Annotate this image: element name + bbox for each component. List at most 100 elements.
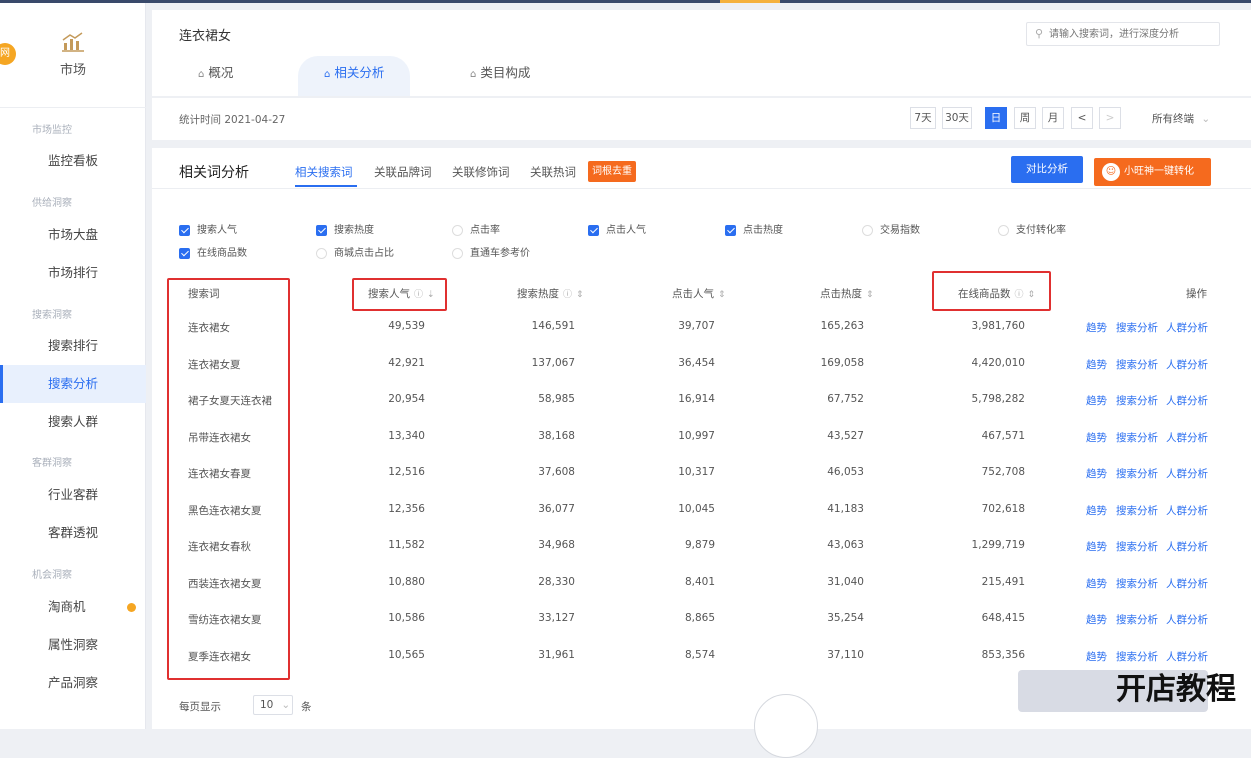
page-size-value: 10	[260, 699, 274, 711]
search-analysis-link[interactable]: 搜索分析	[1116, 320, 1158, 335]
crowd-analysis-link[interactable]: 人群分析	[1166, 320, 1208, 335]
metric-click-popularity[interactable]: 点击人气	[588, 224, 646, 238]
range-week-button[interactable]: 周	[1014, 107, 1036, 129]
metric-search-popularity[interactable]: 搜索人气	[179, 224, 237, 238]
cell-online-items: 467,571	[981, 429, 1025, 442]
sidebar-item-product-insight[interactable]: 产品洞察	[0, 664, 146, 702]
cell-online-items: 1,299,719	[971, 539, 1025, 551]
cell-search-heat: 38,168	[538, 429, 575, 442]
search-analysis-link[interactable]: 搜索分析	[1116, 503, 1158, 518]
cell-click-heat: 41,183	[827, 502, 864, 515]
cell-online-items: 648,415	[981, 612, 1025, 624]
trend-link[interactable]: 趋势	[1086, 320, 1107, 335]
search-analysis-link[interactable]: 搜索分析	[1116, 393, 1158, 408]
trend-link[interactable]: 趋势	[1086, 612, 1107, 627]
subtab-hot-words[interactable]: 关联热词	[530, 164, 576, 180]
sidebar-item-opportunity[interactable]: 淘商机	[0, 588, 146, 626]
trend-link[interactable]: 趋势	[1086, 430, 1107, 445]
column-header-click-popularity[interactable]: 点击人气 ⇕	[672, 286, 726, 301]
app-header[interactable]: 市场	[0, 31, 146, 78]
metric-ztc-price[interactable]: 直通车参考价	[452, 247, 530, 261]
search-analysis-link[interactable]: 搜索分析	[1116, 649, 1158, 664]
subtab-related-search[interactable]: 相关搜索词	[295, 164, 353, 180]
metric-label: 在线商品数	[197, 248, 247, 259]
search-analysis-link[interactable]: 搜索分析	[1116, 430, 1158, 445]
range-day-button[interactable]: 日	[985, 107, 1007, 129]
crowd-analysis-link[interactable]: 人群分析	[1166, 576, 1208, 591]
column-header-search-heat[interactable]: 搜索热度 ⓘ ⇕	[517, 286, 584, 301]
trend-link[interactable]: 趋势	[1086, 576, 1107, 591]
table-row: 吊带连衣裙女 13,340 38,168 10,997 43,527 467,571 趋势搜…	[152, 420, 1251, 456]
sidebar-item-market-overview[interactable]: 市场大盘	[0, 216, 146, 254]
trend-link[interactable]: 趋势	[1086, 503, 1107, 518]
cell-search-popularity: 42,921	[388, 356, 425, 369]
tab-overview[interactable]: ⌂ 概况	[198, 56, 233, 96]
table-row: 连衣裙女春夏 12,516 37,608 10,317 46,053 752,708 趋势搜…	[152, 456, 1251, 492]
crowd-analysis-link[interactable]: 人群分析	[1166, 393, 1208, 408]
search-analysis-link[interactable]: 搜索分析	[1116, 466, 1158, 481]
range-7d-button[interactable]: 7天	[910, 107, 936, 129]
metric-online-items[interactable]: 在线商品数	[179, 247, 247, 261]
search-box[interactable]: ⚲	[1026, 22, 1220, 46]
tab-category[interactable]: ⌂ 类目构成	[470, 56, 530, 96]
subtab-brand-words[interactable]: 关联品牌词	[374, 164, 432, 180]
prev-date-button[interactable]: <	[1071, 107, 1093, 129]
metric-click-rate[interactable]: 点击率	[452, 224, 500, 238]
metric-pay-conversion[interactable]: 支付转化率	[998, 224, 1066, 238]
search-analysis-link[interactable]: 搜索分析	[1116, 357, 1158, 372]
checkbox	[179, 248, 190, 259]
metric-click-heat[interactable]: 点击热度	[725, 224, 783, 238]
trend-link[interactable]: 趋势	[1086, 649, 1107, 664]
cell-online-items: 215,491	[981, 575, 1025, 588]
sidebar-item-monitor-board[interactable]: 监控看板	[0, 142, 146, 180]
terminal-select[interactable]: 所有终端 ⌄	[1152, 111, 1210, 126]
metric-label: 支付转化率	[1016, 225, 1066, 236]
scroll-top-circle[interactable]	[754, 694, 818, 758]
crowd-analysis-link[interactable]: 人群分析	[1166, 503, 1208, 518]
crowd-analysis-link[interactable]: 人群分析	[1166, 430, 1208, 445]
trend-link[interactable]: 趋势	[1086, 357, 1107, 372]
page-size-select[interactable]: 10 ⌄	[253, 695, 293, 715]
sidebar-section-customer: 客群洞察	[32, 458, 72, 469]
sidebar-item-attribute-insight[interactable]: 属性洞察	[0, 626, 146, 664]
dedupe-tag[interactable]: 词根去重	[588, 161, 636, 182]
range-month-button[interactable]: 月	[1042, 107, 1064, 129]
search-analysis-link[interactable]: 搜索分析	[1116, 612, 1158, 627]
stat-time: 统计时间 2021-04-27	[179, 114, 286, 126]
search-analysis-link[interactable]: 搜索分析	[1116, 539, 1158, 554]
metric-search-heat[interactable]: 搜索热度	[316, 224, 374, 238]
next-date-button[interactable]: >	[1099, 107, 1121, 129]
crowd-analysis-link[interactable]: 人群分析	[1166, 357, 1208, 372]
column-header-click-heat[interactable]: 点击热度 ⇕	[820, 286, 874, 301]
cell-click-heat: 46,053	[827, 466, 864, 478]
sidebar-item-search-analysis[interactable]: 搜索分析	[0, 365, 146, 403]
crowd-analysis-link[interactable]: 人群分析	[1166, 466, 1208, 481]
sidebar-item-industry-customer[interactable]: 行业客群	[0, 476, 146, 514]
compare-button[interactable]: 对比分析	[1011, 156, 1083, 183]
subtab-modifier-words[interactable]: 关联修饰词	[452, 164, 510, 180]
sidebar-item-market-ranking[interactable]: 市场排行	[0, 254, 146, 292]
sidebar-item-search-ranking[interactable]: 搜索排行	[0, 327, 146, 365]
tab-related-analysis[interactable]: ⌂ 相关分析	[298, 56, 411, 96]
sidebar-item-customer-insight[interactable]: 客群透视	[0, 514, 146, 552]
sidebar-item-search-crowd[interactable]: 搜索人群	[0, 403, 146, 441]
trend-link[interactable]: 趋势	[1086, 539, 1107, 554]
range-30d-button[interactable]: 30天	[942, 107, 972, 129]
trend-link[interactable]: 趋势	[1086, 466, 1107, 481]
search-analysis-link[interactable]: 搜索分析	[1116, 576, 1158, 591]
metric-trade-index[interactable]: 交易指数	[862, 224, 920, 238]
table-row: 雪纺连衣裙女夏 10,586 33,127 8,865 35,254 648,415 趋势搜…	[152, 602, 1251, 638]
search-input[interactable]	[1049, 25, 1215, 43]
crowd-analysis-link[interactable]: 人群分析	[1166, 539, 1208, 554]
crowd-analysis-link[interactable]: 人群分析	[1166, 612, 1208, 627]
home-icon: ⌂	[324, 69, 331, 80]
trend-link[interactable]: 趋势	[1086, 393, 1107, 408]
metric-label: 点击人气	[606, 225, 646, 236]
crowd-analysis-link[interactable]: 人群分析	[1166, 649, 1208, 664]
convert-button[interactable]: ☺ 小旺神一键转化	[1094, 158, 1211, 186]
chevron-down-icon: ⌄	[281, 699, 291, 711]
metric-mall-click-share[interactable]: 商城点击占比	[316, 247, 394, 261]
checkbox	[588, 225, 599, 236]
home-icon: ⌂	[198, 69, 205, 80]
cell-search-popularity: 10,586	[388, 612, 425, 624]
